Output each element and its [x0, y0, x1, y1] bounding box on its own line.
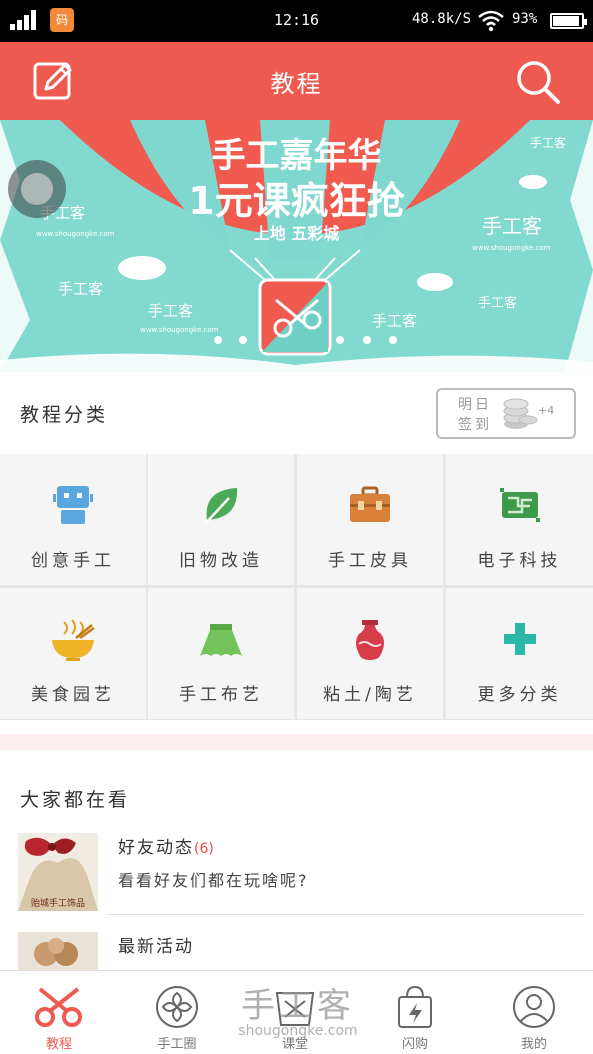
- watermark-url: shougongke.com: [238, 1023, 358, 1039]
- category-label: 手工布艺: [179, 685, 263, 705]
- battery-icon: [550, 13, 587, 29]
- search-icon[interactable]: [514, 58, 562, 106]
- plus-icon: [503, 623, 536, 655]
- briefcase-icon: [350, 486, 390, 522]
- category-grid: 创意手工 旧物改造 手工皮具 电子科技 美食园艺 手工布艺 粘土/陶艺 更多分类: [0, 454, 593, 720]
- category-section-title: 教程分类: [20, 404, 109, 426]
- feed-count-badge: (6): [194, 841, 214, 857]
- tab-profile[interactable]: 我的: [475, 971, 593, 1054]
- banner-watermark: 手工客: [148, 302, 194, 320]
- feed-thumbnail: [18, 932, 98, 970]
- promo-banner[interactable]: 手工客 www.shougongke.com 手工客 手工客 www.shoug…: [0, 120, 593, 372]
- section-divider: [0, 734, 593, 750]
- banner-subheadline: 1元课疯狂抢: [188, 179, 405, 223]
- feed-item[interactable]: 贻城手工饰品 好友动态(6) 看看好友们都在玩啥呢?: [0, 833, 593, 923]
- thumb-caption: 贻城手工饰品: [30, 899, 85, 909]
- banner-watermark: 手工客: [58, 280, 104, 298]
- tab-flash-sale[interactable]: 闪购: [356, 971, 474, 1054]
- profile-icon: [513, 986, 555, 1028]
- tab-label: 手工圈: [157, 1037, 197, 1052]
- feed-section-title: 大家都在看: [20, 789, 131, 811]
- tab-tutorials[interactable]: 教程: [0, 971, 118, 1054]
- wifi-icon: [478, 10, 504, 32]
- category-item[interactable]: 手工皮具: [297, 454, 443, 585]
- category-label: 粘土/陶艺: [323, 685, 417, 705]
- checkin-bonus: +4: [538, 404, 555, 417]
- feed-item-title: 好友动态(6): [118, 833, 214, 858]
- tab-label: 我的: [520, 1037, 547, 1052]
- tab-label: 闪购: [401, 1037, 428, 1052]
- feed-title-text: 最新活动: [118, 937, 194, 957]
- noodle-bowl-icon: [52, 619, 95, 661]
- site-watermark: 手工客 shougongke.com: [228, 978, 368, 1039]
- banner-watermark-url: www.shougongke.com: [472, 244, 551, 252]
- tab-circle[interactable]: 手工圈: [118, 971, 236, 1054]
- feed-thumbnail: 贻城手工饰品: [18, 833, 98, 911]
- category-item[interactable]: 旧物改造: [148, 454, 294, 585]
- category-item[interactable]: 美食园艺: [0, 588, 146, 719]
- circuit-board-icon: [499, 488, 540, 522]
- banner-watermark-url: www.shougongke.com: [140, 326, 219, 334]
- checkin-label-line1: 明日: [458, 397, 492, 413]
- feed-title-text: 好友动态: [118, 838, 194, 858]
- app-header: 教程: [0, 42, 593, 120]
- vase-icon: [356, 620, 384, 660]
- category-item[interactable]: 创意手工: [0, 454, 146, 585]
- shopping-bag-icon: [398, 985, 432, 1028]
- page-title: 教程: [270, 70, 323, 98]
- checkin-label-line2: 签到: [458, 417, 492, 433]
- flower-icon: [156, 986, 198, 1028]
- category-item[interactable]: 粘土/陶艺: [297, 588, 443, 719]
- category-label: 电子科技: [477, 551, 562, 571]
- tab-label: 教程: [45, 1037, 72, 1052]
- category-label: 美食园艺: [31, 685, 115, 705]
- category-label: 手工皮具: [328, 551, 412, 571]
- feed-item-title: 最新活动: [118, 932, 194, 957]
- feed-item-description: 看看好友们都在玩啥呢?: [118, 871, 309, 890]
- category-label: 创意手工: [31, 551, 115, 571]
- battery-percent: 93%: [512, 11, 538, 27]
- skirt-icon: [200, 624, 242, 656]
- coin-stack-icon: [503, 398, 538, 429]
- banner-tagline: 上地 五彩城: [253, 224, 340, 243]
- checkin-button[interactable]: 明日 签到 +4: [436, 388, 576, 439]
- leaf-icon: [204, 488, 238, 525]
- scissors-icon: [35, 987, 82, 1027]
- status-bar: 码 12:16 48.8k/S 93%: [0, 0, 593, 42]
- category-label: 更多分类: [477, 685, 562, 705]
- category-label: 旧物改造: [179, 551, 263, 571]
- network-speed: 48.8k/S: [412, 11, 472, 27]
- robot-icon: [53, 486, 93, 524]
- banner-watermark: 手工客: [372, 312, 418, 330]
- floating-assistive-button[interactable]: [8, 160, 66, 218]
- category-item[interactable]: 手工布艺: [148, 588, 294, 719]
- watermark-text: 手工客: [241, 986, 355, 1026]
- battery-fill: [553, 16, 580, 26]
- category-item[interactable]: 电子科技: [446, 454, 593, 585]
- clock: 12:16: [273, 11, 320, 29]
- category-section-header: 教程分类 明日 签到 +4: [0, 372, 593, 454]
- category-item[interactable]: 更多分类: [446, 588, 593, 719]
- feed-divider: [106, 914, 584, 915]
- banner-watermark: 手工客: [478, 296, 518, 311]
